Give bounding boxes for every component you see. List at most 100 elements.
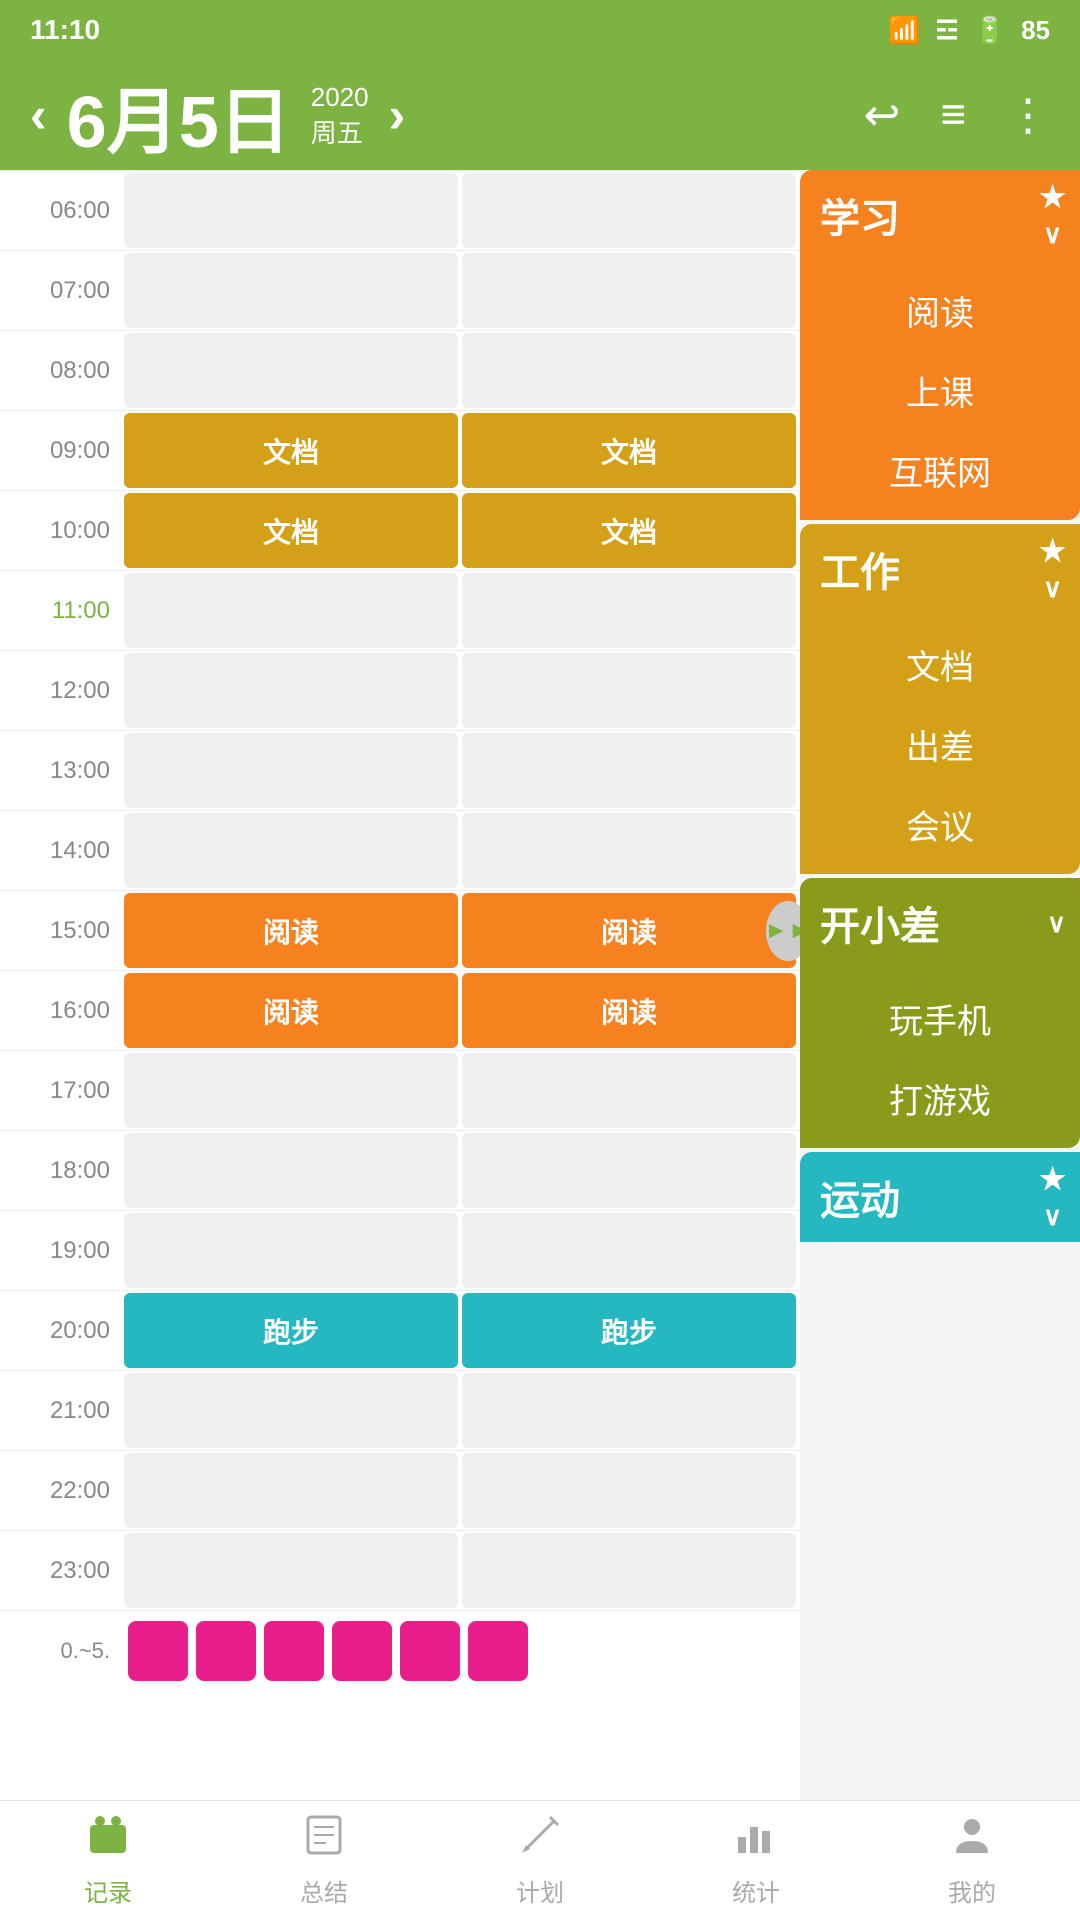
grid-row[interactable]	[120, 730, 800, 810]
grid-row[interactable]	[120, 1530, 800, 1610]
schedule-cell[interactable]: 文档	[124, 493, 458, 568]
schedule-cell[interactable]: 阅读	[124, 893, 458, 968]
schedule-cell[interactable]	[124, 1453, 458, 1528]
schedule-cell[interactable]	[124, 173, 458, 248]
schedule-cell[interactable]: 文档	[124, 413, 458, 488]
dot-item[interactable]	[128, 1621, 188, 1681]
prev-date-button[interactable]: ‹	[30, 86, 47, 144]
time-label: 10:00	[0, 490, 120, 570]
grid-row[interactable]	[120, 1130, 800, 1210]
schedule-cell[interactable]	[462, 1133, 796, 1208]
grid-row[interactable]	[120, 1450, 800, 1530]
schedule-cell[interactable]	[124, 253, 458, 328]
category-item[interactable]: 会议	[800, 784, 1080, 864]
schedule-cell[interactable]	[462, 173, 796, 248]
category-items: 阅读上课互联网	[800, 260, 1080, 520]
category-block-运动[interactable]: 运动★∨	[800, 1152, 1080, 1242]
time-label: 06:00	[0, 170, 120, 250]
schedule-cell[interactable]	[462, 1533, 796, 1608]
chevron-down-icon[interactable]: ∨	[1043, 573, 1062, 604]
schedule-cell[interactable]: 阅读	[124, 973, 458, 1048]
grid-row[interactable]: 文档文档	[120, 490, 800, 570]
schedule-cell[interactable]: 阅读	[462, 893, 796, 968]
grid-row[interactable]	[120, 810, 800, 890]
grid-row[interactable]	[120, 1050, 800, 1130]
grid-row[interactable]	[120, 570, 800, 650]
grid-row[interactable]: 阅读阅读	[120, 970, 800, 1050]
category-block-工作[interactable]: 工作★∨ 文档出差会议	[800, 524, 1080, 874]
category-item[interactable]: 上课	[800, 350, 1080, 430]
schedule-cell[interactable]	[124, 813, 458, 888]
category-header[interactable]: 学习★∨	[800, 170, 1080, 260]
schedule-cell[interactable]	[124, 733, 458, 808]
schedule-cell[interactable]	[462, 733, 796, 808]
dot-item[interactable]	[332, 1621, 392, 1681]
category-item[interactable]: 打游戏	[800, 1058, 1080, 1138]
menu-icon[interactable]: ≡	[940, 90, 966, 140]
dot-item[interactable]	[400, 1621, 460, 1681]
chevron-down-icon[interactable]: ∨	[1047, 908, 1066, 939]
tab-item-记录[interactable]: 记录	[0, 1813, 216, 1908]
schedule-cell[interactable]	[124, 1213, 458, 1288]
undo-icon[interactable]: ↩	[863, 90, 900, 141]
schedule-grid[interactable]: 文档文档文档文档阅读阅读►►阅读阅读跑步跑步	[120, 170, 800, 1800]
category-item[interactable]: 互联网	[800, 430, 1080, 510]
schedule-cell[interactable]: 跑步	[462, 1293, 796, 1368]
schedule-cell[interactable]	[462, 253, 796, 328]
category-header[interactable]: 运动★∨	[800, 1152, 1080, 1242]
chevron-down-icon[interactable]: ∨	[1043, 1201, 1062, 1232]
schedule-cell[interactable]	[124, 1533, 458, 1608]
category-block-开小差[interactable]: 开小差∨ 玩手机打游戏	[800, 878, 1080, 1148]
schedule-cell[interactable]	[124, 1053, 458, 1128]
schedule-cell[interactable]	[462, 1453, 796, 1528]
schedule-cell[interactable]	[462, 813, 796, 888]
dot-item[interactable]	[264, 1621, 324, 1681]
grid-row[interactable]	[120, 1370, 800, 1450]
category-item[interactable]: 文档	[800, 624, 1080, 704]
grid-row[interactable]	[120, 1210, 800, 1290]
grid-row[interactable]: 阅读阅读►►	[120, 890, 800, 970]
schedule-cell[interactable]	[462, 653, 796, 728]
grid-row[interactable]: 跑步跑步	[120, 1290, 800, 1370]
category-header[interactable]: 开小差∨	[800, 878, 1080, 968]
grid-row[interactable]	[120, 170, 800, 250]
grid-row[interactable]	[120, 650, 800, 730]
schedule-cell[interactable]	[124, 1373, 458, 1448]
schedule-cell[interactable]: 文档	[462, 413, 796, 488]
category-header[interactable]: 工作★∨	[800, 524, 1080, 614]
tab-icon	[518, 1813, 562, 1867]
schedule-cell[interactable]	[124, 573, 458, 648]
grid-row[interactable]	[120, 250, 800, 330]
tab-label: 计划	[516, 1873, 564, 1908]
category-item[interactable]: 玩手机	[800, 978, 1080, 1058]
schedule-cell[interactable]	[462, 573, 796, 648]
schedule-cell[interactable]	[124, 653, 458, 728]
dot-item[interactable]	[196, 1621, 256, 1681]
schedule-cell[interactable]: 文档	[462, 493, 796, 568]
dot-item[interactable]	[468, 1621, 528, 1681]
tab-item-总结[interactable]: 总结	[216, 1813, 432, 1908]
grid-row[interactable]: 文档文档	[120, 410, 800, 490]
more-icon[interactable]: ⋮	[1006, 90, 1050, 141]
schedule-cell[interactable]	[462, 1373, 796, 1448]
category-item[interactable]: 阅读	[800, 270, 1080, 350]
schedule-cell[interactable]	[462, 1213, 796, 1288]
category-item[interactable]: 出差	[800, 704, 1080, 784]
schedule-cell[interactable]	[124, 1133, 458, 1208]
grid-row[interactable]	[120, 330, 800, 410]
schedule-cell[interactable]	[462, 333, 796, 408]
date-navigation: ‹ 6月5日 2020 周五 ›	[30, 63, 405, 168]
tab-item-我的[interactable]: 我的	[864, 1813, 1080, 1908]
schedule-cell[interactable]	[462, 1053, 796, 1128]
tab-item-计划[interactable]: 计划	[432, 1813, 648, 1908]
schedule-cell[interactable]: 阅读	[462, 973, 796, 1048]
tab-item-统计[interactable]: 统计	[648, 1813, 864, 1908]
time-label: 09:00	[0, 410, 120, 490]
schedule-cell[interactable]: 跑步	[124, 1293, 458, 1368]
time-label: 08:00	[0, 330, 120, 410]
schedule-cell[interactable]	[124, 333, 458, 408]
tab-icon	[302, 1813, 346, 1867]
chevron-down-icon[interactable]: ∨	[1043, 219, 1062, 250]
category-block-学习[interactable]: 学习★∨阅读上课互联网	[800, 170, 1080, 520]
next-date-button[interactable]: ›	[389, 86, 406, 144]
